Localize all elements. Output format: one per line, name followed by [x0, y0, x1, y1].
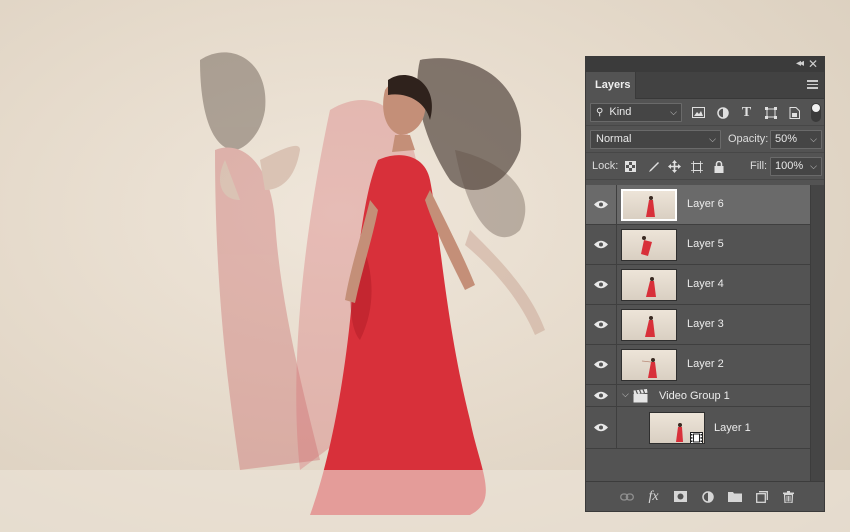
collapse-panel-icon[interactable]: ◂◂: [796, 58, 804, 69]
chevron-down-icon: ⌵: [810, 134, 817, 144]
new-layer-icon[interactable]: [753, 488, 770, 505]
layer-list: Layer 6 Layer 5 Layer 4 Layer 3 Layer 2 …: [586, 185, 810, 481]
tab-layers[interactable]: Layers: [586, 72, 636, 99]
fx-icon[interactable]: fx: [645, 488, 662, 505]
opacity-field[interactable]: 50% ⌵: [770, 130, 822, 149]
opacity-label: Opacity:: [728, 133, 769, 145]
layer-thumbnail: [649, 412, 705, 444]
lock-artboard-icon[interactable]: [688, 158, 705, 175]
smart-object-filter-icon[interactable]: [786, 104, 803, 121]
image-filter-icon[interactable]: [690, 104, 707, 121]
layer-name[interactable]: Layer 4: [687, 278, 724, 290]
fill-value: 100%: [775, 160, 804, 172]
filter-kind-label: Kind: [609, 106, 632, 118]
layer-row-layer-6[interactable]: Layer 6: [586, 185, 810, 225]
adjustment-filter-icon[interactable]: [714, 104, 731, 121]
adjustment-layer-icon[interactable]: [699, 488, 716, 505]
opacity-value: 50%: [775, 133, 798, 145]
panel-title-bar: ◂◂ ✕: [586, 57, 824, 72]
visibility-eye-icon[interactable]: [586, 305, 617, 344]
panel-tab-row: Layers: [586, 72, 824, 99]
fill-field[interactable]: 100% ⌵: [770, 157, 822, 176]
layer-row-layer-3[interactable]: Layer 3: [586, 305, 810, 345]
add-mask-icon[interactable]: [672, 488, 689, 505]
link-layers-icon[interactable]: [618, 488, 635, 505]
video-group-clapper-icon: [633, 389, 648, 403]
visibility-eye-icon[interactable]: [586, 345, 617, 384]
type-filter-icon[interactable]: T: [738, 104, 755, 121]
blend-mode-select[interactable]: Normal ⌵: [590, 130, 721, 149]
filter-row: ⚲ Kind ⌵ T: [586, 99, 824, 126]
chevron-down-icon: ⌵: [810, 161, 817, 171]
layer-name[interactable]: Layer 5: [687, 238, 724, 250]
group-expand-chevron-icon[interactable]: ⌵: [622, 389, 629, 400]
visibility-eye-icon[interactable]: [586, 185, 617, 224]
layer-row-layer-4[interactable]: Layer 4: [586, 265, 810, 305]
visibility-eye-icon[interactable]: [586, 225, 617, 264]
layer-row-layer-2[interactable]: Layer 2: [586, 345, 810, 385]
layer-thumbnail: [621, 309, 677, 341]
layer-name[interactable]: Layer 3: [687, 318, 724, 330]
delete-layer-icon[interactable]: [780, 488, 797, 505]
video-layer-film-icon: [690, 432, 703, 443]
blend-row: Normal ⌵ Opacity: 50% ⌵: [586, 126, 824, 153]
chevron-down-icon: ⌵: [670, 107, 677, 117]
lock-label: Lock:: [592, 160, 619, 172]
search-icon: ⚲: [596, 107, 604, 118]
layer-list-scrollbar[interactable]: [810, 185, 824, 481]
close-panel-icon[interactable]: ✕: [808, 57, 818, 71]
lock-all-icon[interactable]: [710, 158, 727, 175]
layer-thumbnail: [621, 269, 677, 301]
layer-row-video-group-1[interactable]: ⌵ Video Group 1: [586, 385, 810, 407]
filter-kind-select[interactable]: ⚲ Kind ⌵: [590, 103, 682, 122]
shape-filter-icon[interactable]: [762, 104, 779, 121]
panel-menu-icon[interactable]: [807, 80, 818, 89]
layer-name[interactable]: Layer 1: [714, 422, 751, 434]
blend-mode-value: Normal: [596, 133, 632, 145]
layer-thumbnail: [621, 229, 677, 261]
layers-panel: ◂◂ ✕ Layers ⚲ Kind ⌵ T Normal ⌵ Opacity:…: [585, 56, 825, 512]
visibility-eye-icon[interactable]: [586, 407, 617, 448]
visibility-eye-icon[interactable]: [586, 385, 617, 406]
layer-row-layer-5[interactable]: Layer 5: [586, 225, 810, 265]
new-group-icon[interactable]: [726, 488, 743, 505]
lock-position-icon[interactable]: [666, 158, 683, 175]
layer-thumbnail: [621, 349, 677, 381]
lock-image-icon[interactable]: [644, 158, 661, 175]
layer-name[interactable]: Layer 2: [687, 358, 724, 370]
panel-footer: fx: [586, 481, 824, 511]
lock-row: Lock: Fill: 100% ⌵: [586, 153, 824, 180]
group-name[interactable]: Video Group 1: [659, 390, 730, 402]
layer-thumbnail: [621, 189, 677, 221]
layer-row-layer-1[interactable]: Layer 1: [586, 407, 810, 449]
filter-toggle-switch[interactable]: [811, 103, 821, 122]
layer-name[interactable]: Layer 6: [687, 198, 724, 210]
fill-label: Fill:: [750, 160, 768, 172]
chevron-down-icon: ⌵: [709, 134, 716, 144]
lock-transparent-icon[interactable]: [622, 158, 639, 175]
visibility-eye-icon[interactable]: [586, 265, 617, 304]
